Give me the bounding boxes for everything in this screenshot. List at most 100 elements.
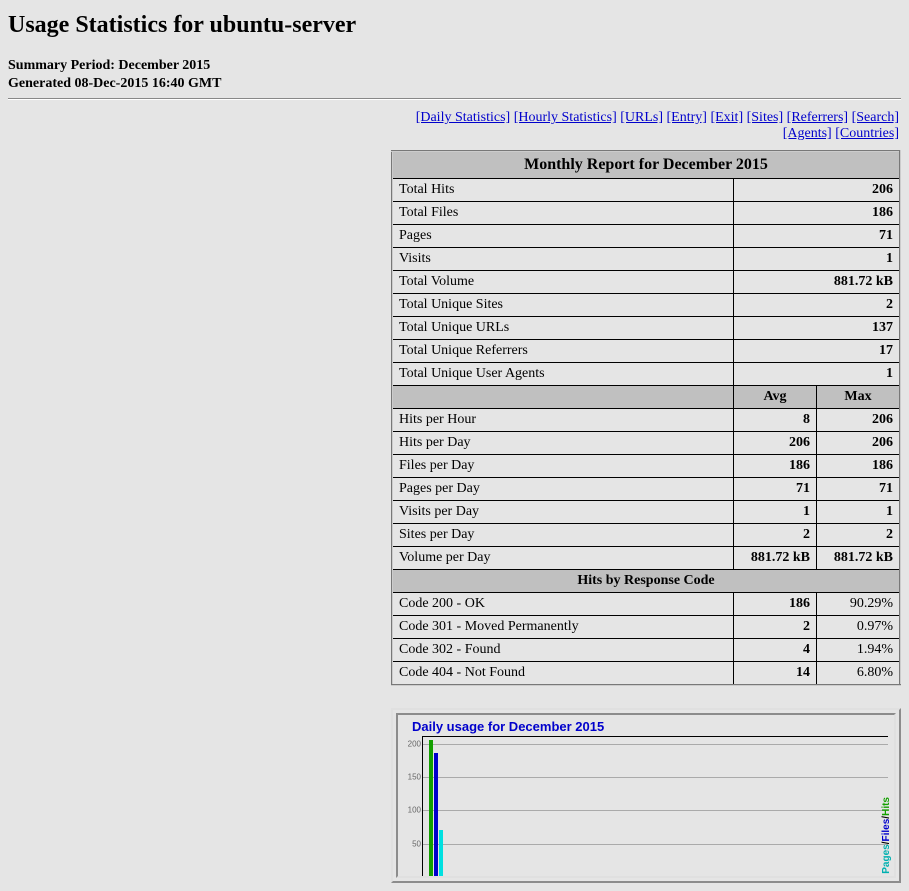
table-row: Visits1	[392, 248, 900, 271]
total-hits-label: Total Hits	[392, 179, 734, 202]
vpd-avg: 1	[734, 501, 817, 524]
table-row: Total Hits206	[392, 179, 900, 202]
ppd-label: Pages per Day	[392, 478, 734, 501]
nav-daily[interactable]: [Daily Statistics]	[416, 110, 511, 125]
hph-avg: 8	[734, 409, 817, 432]
summary-block: Summary Period: December 2015 Generated …	[8, 57, 901, 92]
visits-value: 1	[734, 248, 901, 271]
bar-files	[434, 753, 438, 877]
c200-p: 90.29%	[817, 593, 901, 616]
chart-plot-area: 50100150200	[422, 736, 888, 877]
ytick-150: 150	[405, 773, 421, 782]
report-header: Monthly Report for December 2015	[392, 151, 900, 179]
ytick-50: 50	[405, 839, 421, 848]
nav-entry[interactable]: [Entry]	[667, 110, 707, 125]
uagents-label: Total Unique User Agents	[392, 363, 734, 386]
nav-sites[interactable]: [Sites]	[747, 110, 784, 125]
ytick-100: 100	[405, 806, 421, 815]
spd-label: Sites per Day	[392, 524, 734, 547]
codes-header: Hits by Response Code	[392, 570, 900, 593]
volpd-label: Volume per Day	[392, 547, 734, 570]
c302-label: Code 302 - Found	[392, 639, 734, 662]
chart-title: Daily usage for December 2015	[412, 719, 888, 734]
table-row: Total Unique User Agents1	[392, 363, 900, 386]
table-row: Files per Day186186	[392, 455, 900, 478]
hpd-label: Hits per Day	[392, 432, 734, 455]
total-files-label: Total Files	[392, 202, 734, 225]
bar-pages	[439, 830, 443, 877]
c302-p: 1.94%	[817, 639, 901, 662]
hpd-avg: 206	[734, 432, 817, 455]
total-files-value: 186	[734, 202, 901, 225]
ytick-200: 200	[405, 739, 421, 748]
nav-hourly[interactable]: [Hourly Statistics]	[514, 110, 617, 125]
uref-label: Total Unique Referrers	[392, 340, 734, 363]
monthly-report-table: Monthly Report for December 2015 Total H…	[391, 150, 901, 686]
legend-files: Files	[881, 819, 892, 842]
vpd-label: Visits per Day	[392, 501, 734, 524]
vpd-max: 1	[817, 501, 901, 524]
volume-label: Total Volume	[392, 271, 734, 294]
table-row: Hits per Hour8206	[392, 409, 900, 432]
nav-agents[interactable]: [Agents]	[783, 126, 832, 141]
spd-max: 2	[817, 524, 901, 547]
usites-label: Total Unique Sites	[392, 294, 734, 317]
table-row: Sites per Day22	[392, 524, 900, 547]
table-row: Code 404 - Not Found146.80%	[392, 662, 900, 686]
fpd-label: Files per Day	[392, 455, 734, 478]
c200-n: 186	[734, 593, 817, 616]
legend-sep: /	[881, 816, 892, 819]
legend-pages: Pages	[881, 845, 892, 874]
divider	[8, 98, 901, 100]
max-header: Max	[817, 386, 901, 409]
c200-label: Code 200 - OK	[392, 593, 734, 616]
table-row: Pages per Day7171	[392, 478, 900, 501]
volpd-avg: 881.72 kB	[734, 547, 817, 570]
visits-label: Visits	[392, 248, 734, 271]
hpd-max: 206	[817, 432, 901, 455]
uurls-label: Total Unique URLs	[392, 317, 734, 340]
nav-links: [Daily Statistics] [Hourly Statistics] […	[366, 110, 901, 142]
volpd-max: 881.72 kB	[817, 547, 901, 570]
hph-max: 206	[817, 409, 901, 432]
summary-period: Summary Period: December 2015	[8, 57, 901, 75]
c301-p: 0.97%	[817, 616, 901, 639]
usites-value: 2	[734, 294, 901, 317]
c404-p: 6.80%	[817, 662, 901, 686]
pages-label: Pages	[392, 225, 734, 248]
table-row: Code 302 - Found41.94%	[392, 639, 900, 662]
uurls-value: 137	[734, 317, 901, 340]
daily-usage-chart: Daily usage for December 2015 5010015020…	[391, 708, 901, 883]
volume-value: 881.72 kB	[734, 271, 901, 294]
fpd-max: 186	[817, 455, 901, 478]
table-row: Visits per Day11	[392, 501, 900, 524]
table-row: Total Unique Referrers17	[392, 340, 900, 363]
table-row: Total Unique URLs137	[392, 317, 900, 340]
ppd-max: 71	[817, 478, 901, 501]
avg-header: Avg	[734, 386, 817, 409]
c301-n: 2	[734, 616, 817, 639]
table-row: Pages71	[392, 225, 900, 248]
nav-urls[interactable]: [URLs]	[620, 110, 663, 125]
legend-sep: /	[881, 842, 892, 845]
c404-label: Code 404 - Not Found	[392, 662, 734, 686]
nav-exit[interactable]: [Exit]	[710, 110, 743, 125]
nav-search[interactable]: [Search]	[852, 110, 899, 125]
c302-n: 4	[734, 639, 817, 662]
table-row: Code 200 - OK18690.29%	[392, 593, 900, 616]
c301-label: Code 301 - Moved Permanently	[392, 616, 734, 639]
table-row: Total Unique Sites2	[392, 294, 900, 317]
nav-countries[interactable]: [Countries]	[835, 126, 899, 141]
legend-hits: Hits	[881, 797, 892, 816]
uagents-value: 1	[734, 363, 901, 386]
total-hits-value: 206	[734, 179, 901, 202]
avg-max-header-row: Avg Max	[392, 386, 900, 409]
spd-avg: 2	[734, 524, 817, 547]
c404-n: 14	[734, 662, 817, 686]
bar-hits	[429, 740, 433, 877]
nav-referrers[interactable]: [Referrers]	[787, 110, 848, 125]
hph-label: Hits per Hour	[392, 409, 734, 432]
pages-value: 71	[734, 225, 901, 248]
chart-legend: Pages/Files/Hits	[882, 797, 892, 874]
table-row: Code 301 - Moved Permanently20.97%	[392, 616, 900, 639]
